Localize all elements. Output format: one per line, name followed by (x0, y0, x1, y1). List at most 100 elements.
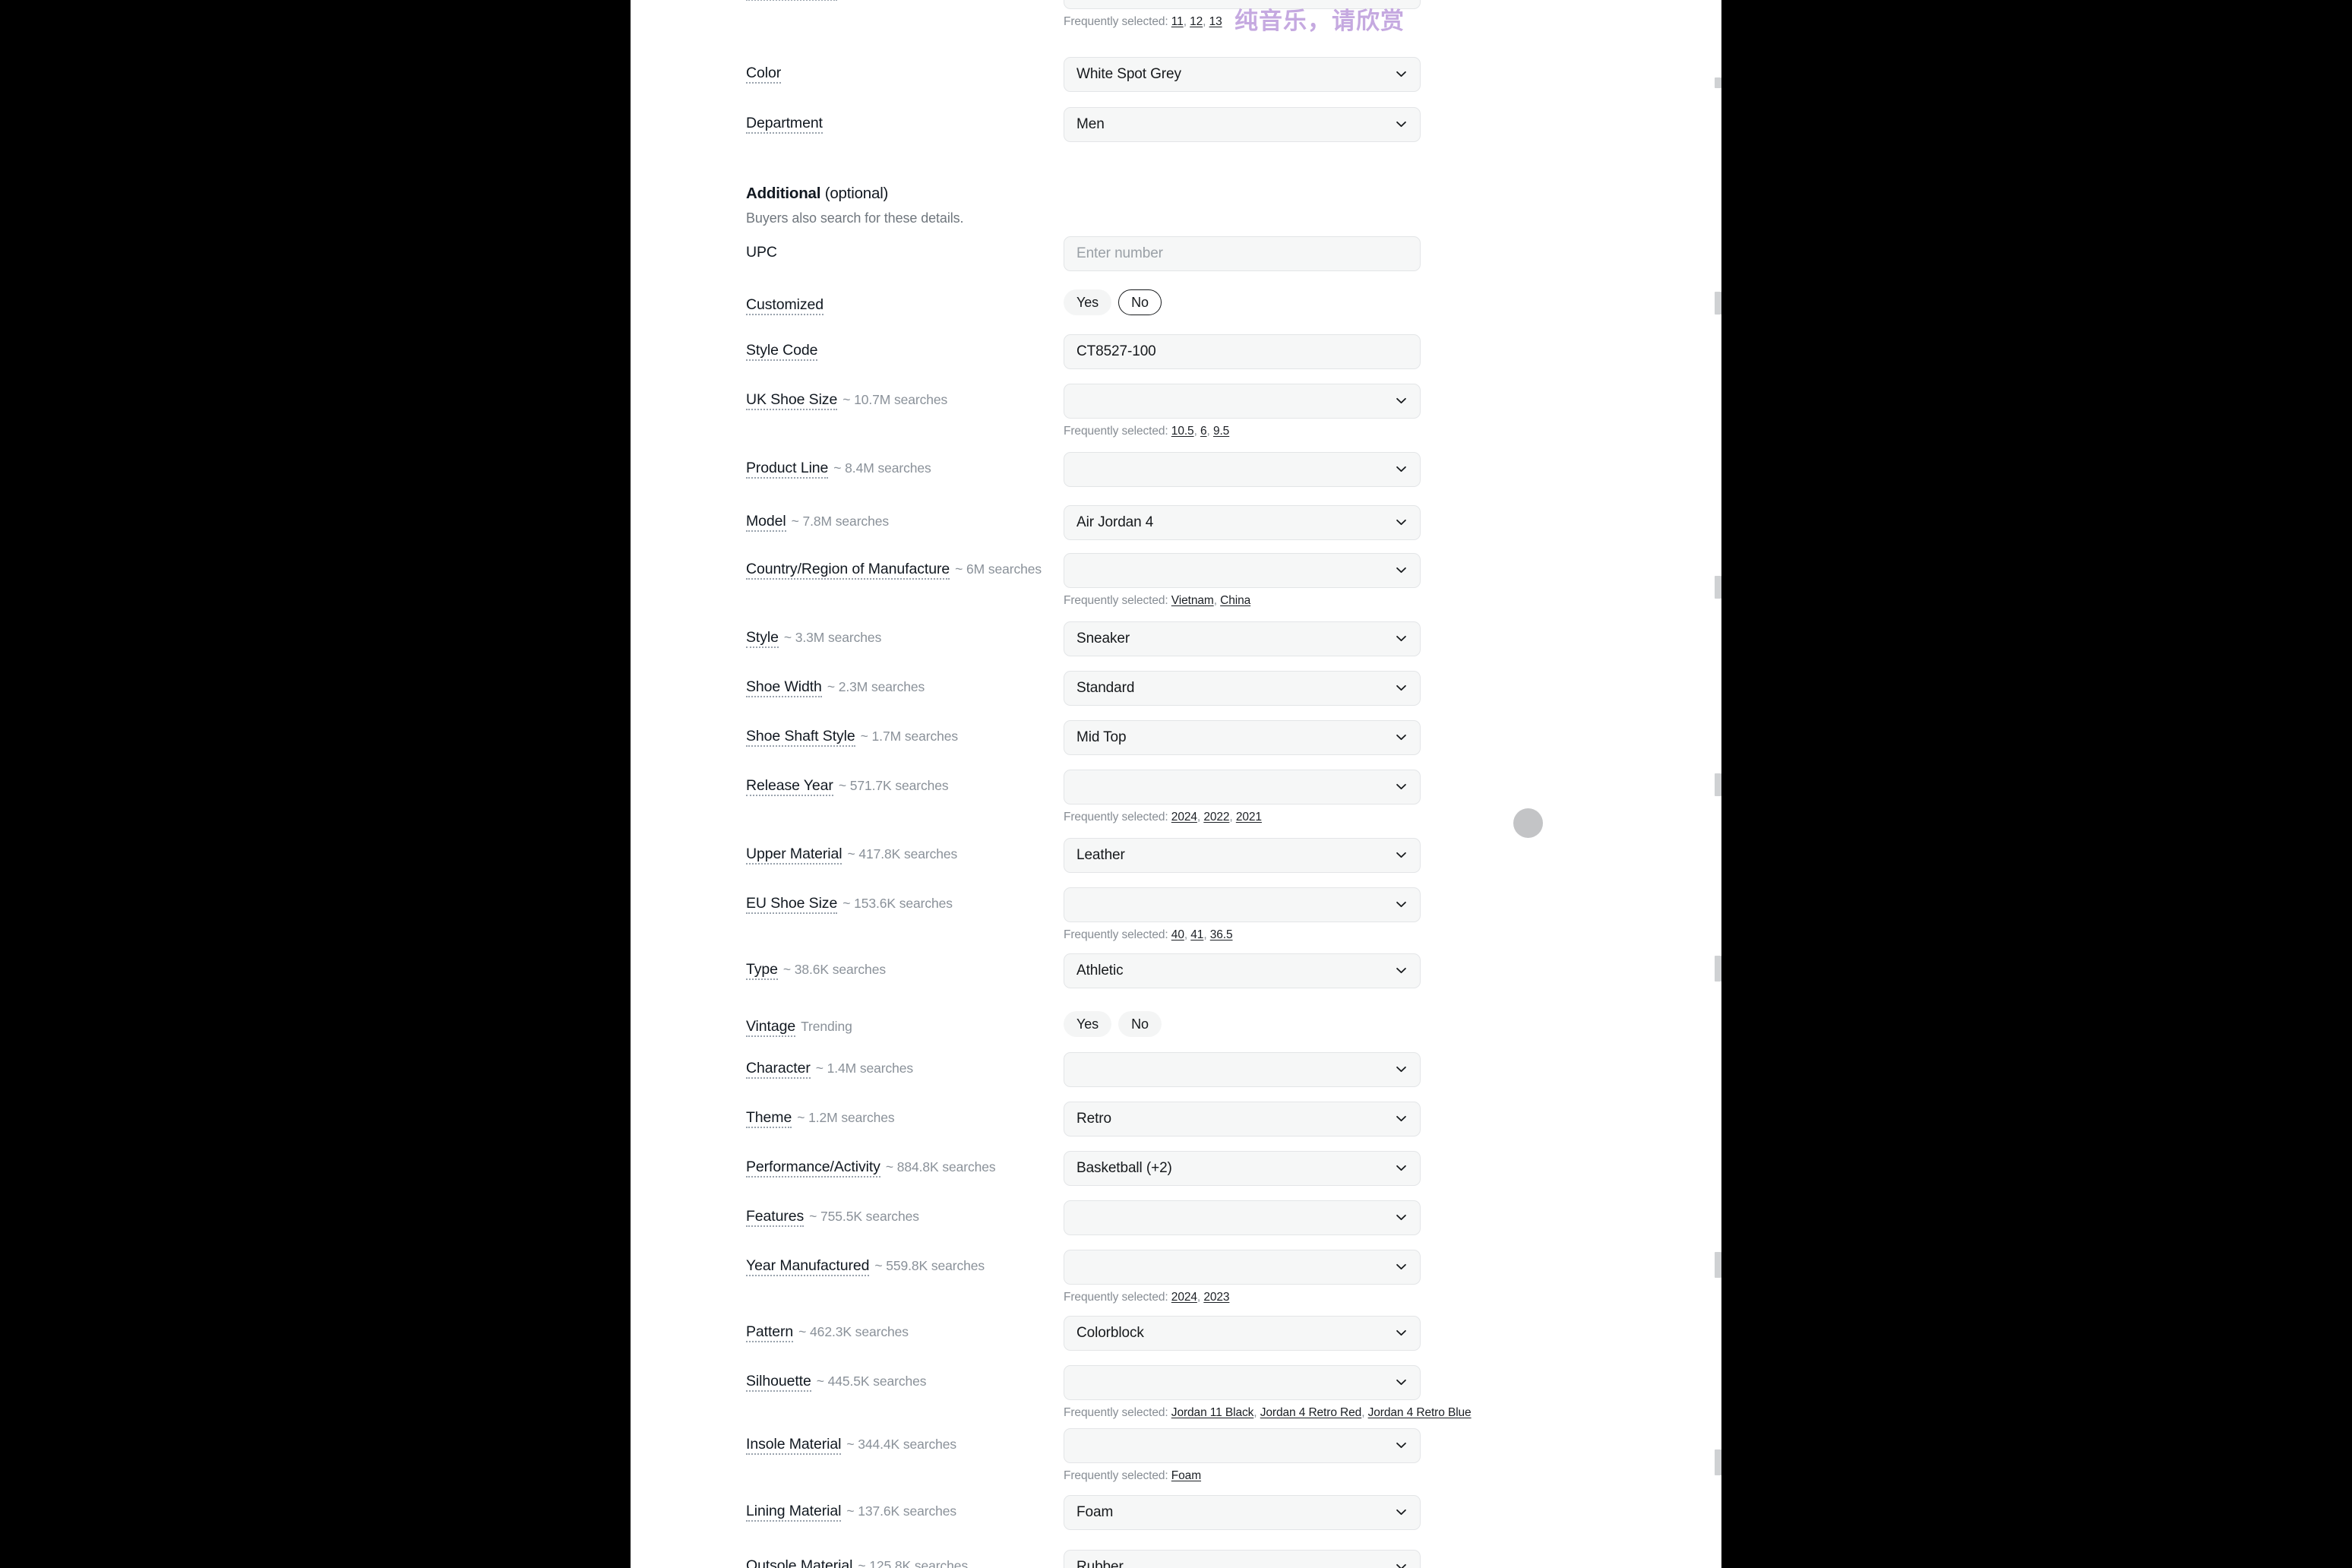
select-uk-shoe-size[interactable] (1064, 384, 1421, 419)
field-meta-theme: ~ 1.2M searches (797, 1110, 895, 1125)
customized-option-yes[interactable]: Yes (1064, 289, 1112, 315)
select-performance-activity[interactable]: Basketball (+2) (1064, 1151, 1421, 1186)
freq-option-release-year-0[interactable]: 2024 (1171, 811, 1197, 824)
field-cell-character (1064, 1052, 1721, 1087)
form-row-uk-shoe-size: UK Shoe Size ~ 10.7M searches Frequently s… (631, 384, 1721, 438)
freq-option-insole-material-0[interactable]: Foam (1171, 1469, 1201, 1482)
select-lining-material[interactable]: Foam (1064, 1495, 1421, 1530)
frequently-selected-insole-material: Frequently selected: Foam (1064, 1469, 1721, 1483)
freq-option-country-region-of-manufacture-0[interactable]: Vietnam (1171, 594, 1214, 607)
select-character[interactable] (1064, 1052, 1421, 1087)
freq-option-silhouette-2[interactable]: Jordan 4 Retro Blue (1368, 1406, 1472, 1419)
field-label-vintage: Vintage (746, 1018, 795, 1037)
form-row-country-region-of-manufacture: Country/Region of Manufacture ~ 6M search… (631, 553, 1721, 608)
select-shoe-width[interactable]: Standard (1064, 671, 1421, 706)
field-label-us-shoe-size: US Shoe Size (746, 0, 838, 1)
listing-form-page: US Shoe Size Frequently selected: 11, 12,… (631, 0, 1721, 1568)
freq-option-uk-shoe-size-1[interactable]: 6 (1200, 425, 1207, 438)
frequently-selected-us-shoe-size: Frequently selected: 11, 12, 13 (1064, 15, 1222, 28)
freq-option-eu-shoe-size-2[interactable]: 36.5 (1210, 928, 1233, 941)
freq-option-release-year-2[interactable]: 2021 (1236, 811, 1262, 824)
field-label-department: Department (746, 115, 823, 134)
field-cell-shoe-shaft-style: Mid Top (1064, 720, 1721, 755)
customized-option-no[interactable]: No (1118, 289, 1162, 315)
select-outsole-material[interactable]: Rubber (1064, 1550, 1421, 1568)
select-model[interactable]: Air Jordan 4 (1064, 505, 1421, 540)
freq-option-year-manufactured-0[interactable]: 2024 (1171, 1291, 1197, 1304)
section-additional: Additional (optional) Buyers also search … (631, 185, 964, 226)
field-cell-color: White Spot Grey (1064, 57, 1721, 92)
field-meta-shoe-shaft-style: ~ 1.7M searches (860, 729, 959, 744)
select-color[interactable]: White Spot Grey (1064, 57, 1421, 92)
scroll-tick-3[interactable] (1715, 773, 1721, 796)
select-department[interactable]: Men (1064, 107, 1421, 142)
field-cell-type: Athletic (1064, 953, 1721, 988)
chevron-down-icon (1396, 781, 1407, 792)
label-cell-model: Model ~ 7.8M searches (746, 505, 1064, 532)
form-row-insole-material: Insole Material ~ 344.4K searches Frequent… (631, 1428, 1721, 1483)
select-upper-material[interactable]: Leather (1064, 838, 1421, 873)
scroll-tick-4[interactable] (1715, 956, 1721, 982)
select-type[interactable]: Athletic (1064, 953, 1421, 988)
scroll-tick-2[interactable] (1715, 576, 1721, 599)
chevron-down-icon (1396, 1212, 1407, 1223)
input-style-code[interactable]: CT8527-100 (1064, 334, 1421, 369)
form-row-upc: UPC Enter number (631, 236, 1721, 271)
freq-option-uk-shoe-size-2[interactable]: 9.5 (1213, 425, 1229, 438)
scroll-tick-6[interactable] (1715, 1449, 1721, 1475)
label-cell-upc: UPC (746, 236, 1064, 261)
select-theme[interactable]: Retro (1064, 1102, 1421, 1136)
scroll-tick-5[interactable] (1715, 1252, 1721, 1278)
scroll-tick-0[interactable] (1715, 77, 1721, 88)
select-release-year[interactable] (1064, 770, 1421, 805)
freq-option-us-shoe-size-0[interactable]: 11 (1171, 15, 1184, 28)
select-us-shoe-size[interactable] (1064, 0, 1421, 9)
frequently-selected-label: Frequently selected: (1064, 1469, 1168, 1482)
label-cell-character: Character ~ 1.4M searches (746, 1052, 1064, 1079)
frequently-selected-release-year: Frequently selected: 2024, 2022, 2021 (1064, 811, 1262, 824)
upper-material-value: Leather (1076, 847, 1125, 863)
form-row-pattern: Pattern ~ 462.3K searches Colorblock (631, 1316, 1721, 1351)
select-eu-shoe-size[interactable] (1064, 887, 1421, 922)
select-shoe-shaft-style[interactable]: Mid Top (1064, 720, 1421, 755)
scroll-tick-1[interactable] (1715, 292, 1721, 315)
select-country-region-of-manufacture[interactable] (1064, 553, 1421, 588)
freq-option-eu-shoe-size-0[interactable]: 40 (1171, 928, 1184, 941)
frequently-selected-eu-shoe-size: Frequently selected: 40, 41, 36.5 (1064, 928, 1233, 941)
freq-option-us-shoe-size-1[interactable]: 12 (1190, 15, 1203, 28)
field-cell-country-region-of-manufacture: Frequently selected: Vietnam, China (1064, 553, 1721, 608)
vintage-option-yes[interactable]: Yes (1064, 1011, 1112, 1037)
chevron-down-icon (1396, 682, 1407, 694)
freq-option-uk-shoe-size-0[interactable]: 10.5 (1171, 425, 1194, 438)
freq-option-silhouette-1[interactable]: Jordan 4 Retro Red (1260, 1406, 1362, 1419)
form-row-customized: Customized Yes No (631, 289, 1721, 315)
field-cell-performance-activity: Basketball (+2) (1064, 1151, 1721, 1186)
freq-option-eu-shoe-size-1[interactable]: 41 (1190, 928, 1203, 941)
label-cell-eu-shoe-size: EU Shoe Size ~ 153.6K searches (746, 887, 1064, 914)
field-label-shoe-width: Shoe Width (746, 678, 822, 697)
field-label-color: Color (746, 65, 781, 84)
select-product-line[interactable] (1064, 452, 1421, 487)
chevron-down-icon (1396, 395, 1407, 406)
freq-option-year-manufactured-1[interactable]: 2023 (1203, 1291, 1229, 1304)
freq-option-release-year-1[interactable]: 2022 (1203, 811, 1229, 824)
chevron-down-icon (1396, 463, 1407, 475)
select-year-manufactured[interactable] (1064, 1250, 1421, 1285)
field-label-type: Type (746, 961, 778, 980)
select-style[interactable]: Sneaker (1064, 621, 1421, 656)
select-insole-material[interactable] (1064, 1428, 1421, 1463)
vintage-option-no[interactable]: No (1118, 1011, 1162, 1037)
freq-option-us-shoe-size-2[interactable]: 13 (1209, 15, 1222, 28)
freq-option-silhouette-0[interactable]: Jordan 11 Black (1171, 1406, 1254, 1419)
chevron-down-icon (1396, 732, 1407, 743)
form-row-silhouette: Silhouette ~ 445.5K searches Frequently se… (631, 1365, 1721, 1420)
chevron-down-icon (1396, 1261, 1407, 1272)
freq-option-country-region-of-manufacture-1[interactable]: China (1220, 594, 1250, 607)
select-pattern[interactable]: Colorblock (1064, 1316, 1421, 1351)
chevron-down-icon (1396, 1440, 1407, 1451)
select-silhouette[interactable] (1064, 1365, 1421, 1400)
input-upc[interactable]: Enter number (1064, 236, 1421, 271)
form-row-vintage: Vintage Trending Yes No (631, 1010, 1721, 1037)
field-meta-performance-activity: ~ 884.8K searches (885, 1159, 996, 1174)
select-features[interactable] (1064, 1200, 1421, 1235)
